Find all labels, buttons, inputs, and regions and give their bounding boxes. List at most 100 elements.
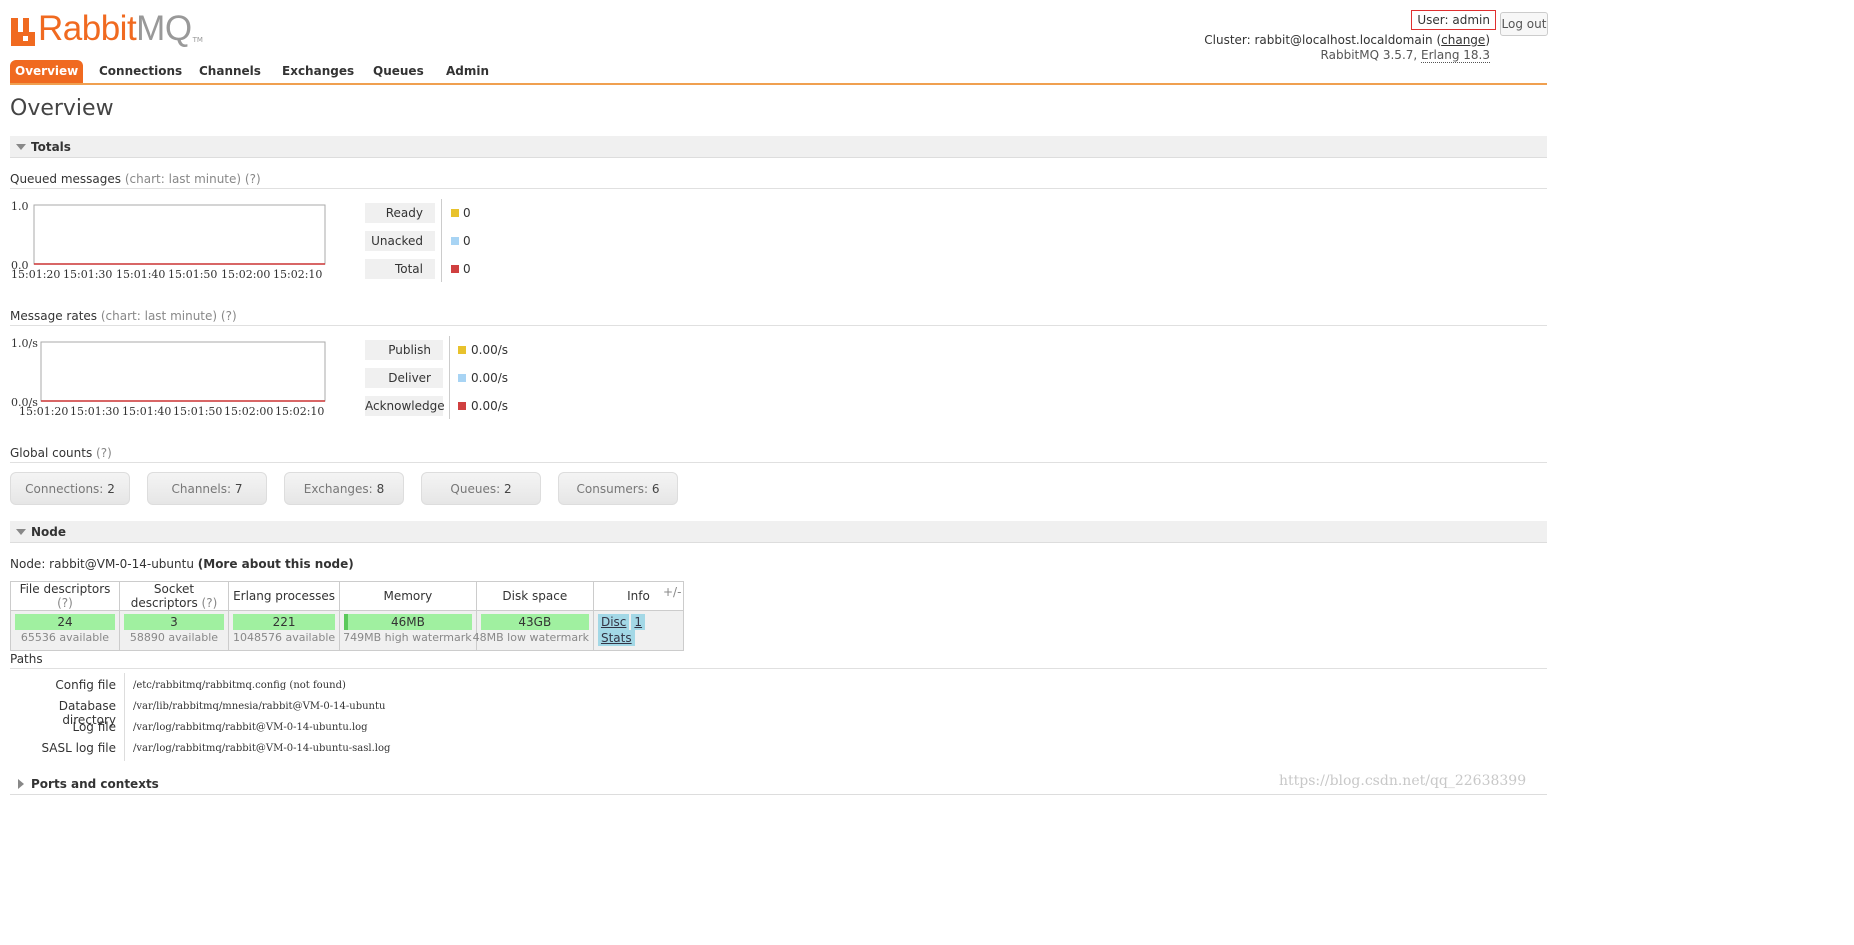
totals-section-toggle[interactable]: Totals: [10, 136, 1547, 158]
legend-swatch-deliver: [458, 374, 466, 382]
info-count-tag[interactable]: 1: [631, 614, 646, 630]
path-label-config: Config file: [55, 678, 116, 692]
disk-space-bar: 43GB: [480, 614, 589, 630]
node-section-toggle[interactable]: Node: [10, 521, 1547, 543]
y-axis-top-label: 1.0: [11, 200, 29, 213]
queued-messages-note[interactable]: (chart: last minute) (?): [125, 172, 261, 186]
global-counts-heading: Global counts (?): [10, 446, 1547, 463]
tab-queues[interactable]: Queues: [373, 60, 424, 83]
paths-heading: Paths: [10, 652, 1547, 669]
consumers-count-button[interactable]: Consumers: 6: [558, 472, 678, 505]
legend-publish-label: Publish: [365, 340, 443, 360]
col-memory: Memory: [339, 581, 477, 611]
node-section-title: Node: [31, 525, 67, 539]
node-stats-table: File descriptors (?) Socket descriptors …: [10, 581, 684, 651]
path-value-log: /var/log/rabbitmq/rabbit@VM-0-14-ubuntu.…: [133, 722, 368, 733]
col-disk-space: Disk space: [475, 581, 594, 611]
tab-exchanges[interactable]: Exchanges: [282, 60, 354, 83]
x-tick-label: 15:01:50: [173, 405, 222, 418]
global-counts-help[interactable]: (?): [96, 446, 112, 460]
legend-deliver-value: 0.00/s: [471, 371, 509, 385]
x-tick-label: 15:01:40: [116, 268, 165, 281]
main-nav-tabs: Overview Connections Channels Exchanges …: [10, 60, 1547, 85]
info-disc-tag[interactable]: Disc: [597, 614, 630, 630]
legend-swatch-total: [451, 265, 459, 273]
path-value-database: /var/lib/rabbitmq/mnesia/rabbit@VM-0-14-…: [133, 701, 386, 712]
memory-watermark: 749MB high watermark: [343, 631, 472, 644]
paths-divider: [124, 673, 125, 761]
rabbitmq-logo-icon: [11, 18, 35, 46]
x-tick-label: 15:02:00: [224, 405, 273, 418]
queued-messages-chart: 1.0 0.0 15:01:20 15:01:30 15:01:40 15:01…: [10, 199, 340, 283]
disk-space-cell: 43GB 48MB low watermark: [472, 610, 594, 651]
erlang-processes-cell: 221 1048576 available: [227, 610, 341, 651]
socket-descriptors-cell: 3 58890 available: [119, 610, 229, 651]
legend-total-value: 0: [463, 262, 471, 276]
legend-divider: [449, 336, 450, 419]
more-about-node-link[interactable]: (More about this node): [198, 557, 354, 571]
queues-count-button[interactable]: Queues: 2: [421, 472, 541, 505]
col-socket-descriptors: Socket descriptors (?): [119, 581, 229, 611]
x-tick-label: 15:01:50: [168, 268, 217, 281]
channels-count-button[interactable]: Channels: 7: [147, 472, 267, 505]
tab-channels[interactable]: Channels: [199, 60, 261, 83]
y-axis-top-label: 1.0/s: [11, 337, 38, 350]
connections-count-button[interactable]: Connections: 2: [10, 472, 130, 505]
current-user: User: admin: [1411, 10, 1496, 30]
path-label-sasl-log: SASL log file: [41, 741, 116, 755]
x-tick-label: 15:01:30: [63, 268, 112, 281]
legend-acknowledge-value: 0.00/s: [471, 399, 509, 413]
col-file-descriptors: File descriptors (?): [10, 581, 120, 611]
totals-section-title: Totals: [31, 140, 71, 154]
message-rates-note[interactable]: (chart: last minute) (?): [101, 309, 237, 323]
socket-descriptors-available: 58890 available: [129, 631, 219, 644]
tab-admin[interactable]: Admin: [446, 60, 489, 83]
watermark-text: https://blog.csdn.net/qq_22638399: [1279, 773, 1527, 789]
change-cluster-link[interactable]: change: [1441, 33, 1485, 47]
legend-swatch-ready: [451, 209, 459, 217]
file-descriptors-bar: 24: [15, 614, 115, 630]
exchanges-count-button[interactable]: Exchanges: 8: [284, 472, 404, 505]
legend-unacked-label: Unacked: [365, 231, 435, 251]
ports-section-title: Ports and contexts: [31, 777, 159, 791]
file-descriptors-available: 65536 available: [20, 631, 110, 644]
collapse-arrow-icon: [16, 529, 26, 535]
x-tick-label: 15:01:40: [122, 405, 171, 418]
legend-swatch-acknowledge: [458, 402, 466, 410]
message-rates-chart: 1.0/s 0.0/s 15:01:20 15:01:30 15:01:40 1…: [10, 336, 340, 420]
message-rates-heading: Message rates (chart: last minute) (?): [10, 309, 1547, 326]
cluster-info: Cluster: rabbit@localhost.localdomain (c…: [1204, 33, 1490, 47]
legend-swatch-unacked: [451, 237, 459, 245]
x-tick-label: 15:01:30: [70, 405, 119, 418]
logout-button[interactable]: Log out: [1500, 12, 1548, 36]
legend-deliver-label: Deliver: [365, 368, 443, 388]
legend-unacked-value: 0: [463, 234, 471, 248]
tab-connections[interactable]: Connections: [99, 60, 182, 83]
page-title: Overview: [10, 96, 114, 121]
logo-trademark: TM: [192, 36, 203, 44]
info-stats-tag[interactable]: Stats: [597, 630, 635, 646]
rabbitmq-logo[interactable]: RabbitMQ TM: [11, 11, 203, 46]
path-value-config: /etc/rabbitmq/rabbitmq.config (not found…: [133, 680, 346, 691]
legend-publish-value: 0.00/s: [471, 343, 509, 357]
node-name: Node: rabbit@VM-0-14-ubuntu (More about …: [10, 557, 354, 571]
path-label-log: Log file: [72, 720, 116, 734]
legend-swatch-publish: [458, 346, 466, 354]
socket-descriptors-bar: 3: [124, 614, 224, 630]
x-tick-label: 15:01:20: [19, 405, 68, 418]
x-tick-label: 15:02:10: [275, 405, 324, 418]
disk-space-watermark: 48MB low watermark: [472, 631, 589, 644]
queued-messages-heading: Queued messages (chart: last minute) (?): [10, 172, 1547, 189]
x-tick-label: 15:02:00: [221, 268, 270, 281]
legend-ready-label: Ready: [365, 203, 435, 223]
x-tick-label: 15:02:10: [273, 268, 322, 281]
x-tick-label: 15:01:20: [11, 268, 60, 281]
erlang-processes-available: 1048576 available: [233, 631, 336, 644]
file-descriptors-cell: 24 65536 available: [10, 610, 120, 651]
memory-bar: 46MB: [344, 614, 472, 630]
legend-divider: [441, 199, 442, 282]
toggle-columns-button[interactable]: +/-: [663, 585, 681, 599]
path-value-sasl-log: /var/log/rabbitmq/rabbit@VM-0-14-ubuntu-…: [133, 743, 391, 754]
info-cell: Disc 1Stats: [592, 610, 684, 651]
tab-overview[interactable]: Overview: [10, 60, 84, 83]
